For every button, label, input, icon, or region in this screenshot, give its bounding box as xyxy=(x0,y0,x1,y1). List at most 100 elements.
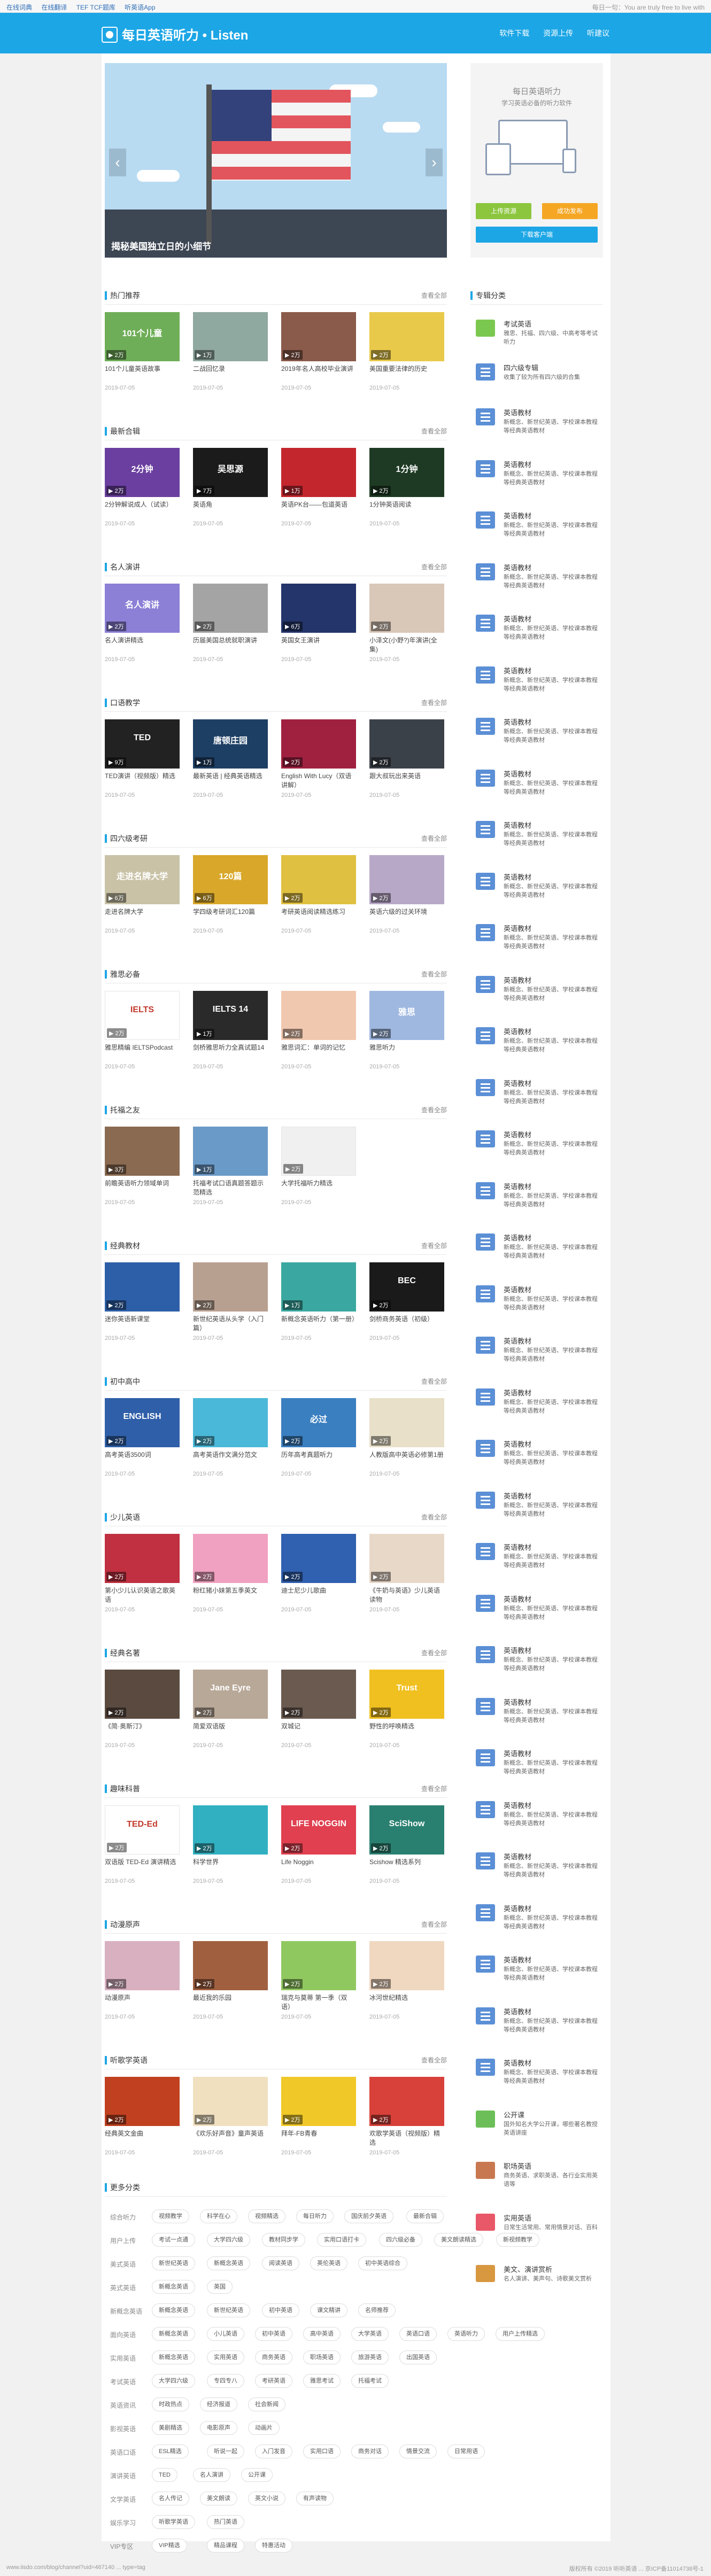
album-card[interactable]: ▶ 1万 托福考试口语真题答题示范精选 2019-07-05 xyxy=(193,1127,268,1228)
top-link-tef[interactable]: TEF TCF题库 xyxy=(76,4,115,11)
album-name[interactable]: 名人演讲精选 xyxy=(105,636,180,645)
album-thumbnail[interactable]: BEC ▶ 2万 xyxy=(369,1262,444,1312)
album-card[interactable]: ▶ 3万 前瞻英语听力领域单词 2019-07-05 xyxy=(105,1127,180,1228)
sidebar-category[interactable]: 英语教材 新概念、新世纪英语、学校课本教程等经典英语教材 xyxy=(470,966,603,1014)
category-tag[interactable]: VIP精选 xyxy=(152,2539,187,2552)
album-card[interactable]: 必过 ▶ 2万 历年高考真题听力 2019-07-05 xyxy=(281,1398,356,1500)
category-title[interactable]: 英语教材 xyxy=(504,1697,531,1707)
album-card[interactable]: ▶ 2万 跟大叔玩出来英语 2019-07-05 xyxy=(369,719,444,821)
album-card[interactable]: IELTS 14 ▶ 1万 剑桥雅思听力全真试题14 2019-07-05 xyxy=(193,991,268,1092)
album-name[interactable]: 第小少儿认识英语之歌英语 xyxy=(105,1586,180,1604)
album-thumbnail[interactable]: ▶ 1万 xyxy=(193,1127,268,1176)
album-card[interactable]: ▶ 2万 历届美国总统就职演讲 2019-07-05 xyxy=(193,584,268,685)
category-tag[interactable]: 最新合辑 xyxy=(406,2209,444,2223)
album-card[interactable]: ▶ 2万 双城记 2019-07-05 xyxy=(281,1670,356,1771)
category-tag[interactable]: 初中英语综合 xyxy=(358,2256,407,2270)
sidebar-category[interactable]: 英语教材 新概念、新世纪英语、学校课本教程等经典英语教材 xyxy=(470,1791,603,1840)
album-card[interactable]: IELTS ▶ 2万 雅思精编 IELTSPodcast 2019-07-05 xyxy=(105,991,180,1092)
album-thumbnail[interactable]: ▶ 2万 xyxy=(369,1534,444,1583)
category-tag[interactable]: 名人传记 xyxy=(152,2492,189,2505)
album-thumbnail[interactable]: ▶ 2万 xyxy=(105,1262,180,1312)
album-thumbnail[interactable]: ▶ 2万 xyxy=(193,2077,268,2126)
album-name[interactable]: 走进名牌大学 xyxy=(105,907,180,917)
category-tag[interactable]: 电影原声 xyxy=(200,2421,237,2435)
album-card[interactable]: 101个儿童 ▶ 2万 101个儿童英语故事 2019-07-05 xyxy=(105,312,180,414)
album-card[interactable]: TED ▶ 9万 TED演讲（视频版）精选 2019-07-05 xyxy=(105,719,180,821)
category-tag[interactable]: 听说一起 xyxy=(207,2445,244,2458)
category-title[interactable]: 英语教材 xyxy=(504,459,531,469)
category-tag[interactable]: 实用口语打卡 xyxy=(317,2233,366,2247)
category-title[interactable]: 英语教材 xyxy=(504,769,531,779)
album-card[interactable]: ▶ 2万 迷你英语新课堂 2019-07-05 xyxy=(105,1262,180,1364)
album-card[interactable]: 雅思 ▶ 2万 雅思听力 2019-07-05 xyxy=(369,991,444,1092)
category-tag[interactable]: 阅读英语 xyxy=(262,2256,299,2270)
header-link-upload[interactable]: 资源上传 xyxy=(543,29,573,37)
top-link-translate[interactable]: 在线翻译 xyxy=(41,4,67,11)
sidebar-category[interactable]: 英语教材 新概念、新世纪英语、学校课本教程等经典英语教材 xyxy=(470,399,603,447)
album-name[interactable]: 剑桥商务英语（初级） xyxy=(369,1315,444,1324)
album-card[interactable]: ▶ 2万 经典英文金曲 2019-07-05 xyxy=(105,2077,180,2178)
category-tag[interactable]: 名人演讲 xyxy=(193,2468,230,2482)
sidebar-category[interactable]: 英语教材 新概念、新世纪英语、学校课本教程等经典英语教材 xyxy=(470,811,603,859)
album-name[interactable]: English With Lucy（双语讲解） xyxy=(281,772,356,790)
category-tag[interactable]: 新视频教学 xyxy=(496,2233,539,2247)
album-name[interactable]: 最新英语 | 经典英语精选 xyxy=(193,772,268,781)
top-link-app[interactable]: 听英语App xyxy=(125,4,155,11)
category-tag[interactable]: 专四专八 xyxy=(207,2374,244,2388)
album-thumbnail[interactable]: ▶ 2万 xyxy=(193,1941,268,1990)
album-thumbnail[interactable]: 1分钟 ▶ 2万 xyxy=(369,448,444,497)
album-name[interactable]: 最近我的乐园 xyxy=(193,1993,268,2003)
category-title[interactable]: 英语教材 xyxy=(504,614,531,624)
category-title[interactable]: 英语教材 xyxy=(504,1387,531,1398)
category-title[interactable]: 英语教材 xyxy=(504,1284,531,1294)
album-name[interactable]: 考研英语阅读精选练习 xyxy=(281,907,356,917)
album-thumbnail[interactable]: ▶ 2万 xyxy=(105,2077,180,2126)
album-card[interactable]: ▶ 2万 动漫原声 2019-07-05 xyxy=(105,1941,180,2043)
sidebar-category[interactable]: 英语教材 新概念、新世纪英语、学校课本教程等经典英语教材 xyxy=(470,1173,603,1221)
album-name[interactable]: 新概念英语听力（第一册） xyxy=(281,1315,358,1324)
album-thumbnail[interactable]: ▶ 2万 xyxy=(105,1670,180,1719)
album-name[interactable]: 雅思听力 xyxy=(369,1043,444,1052)
album-thumbnail[interactable]: TED ▶ 9万 xyxy=(105,719,180,769)
sidebar-category[interactable]: 英语教材 新概念、新世纪英语、学校课本教程等经典英语教材 xyxy=(470,2049,603,2097)
album-card[interactable]: ▶ 2万 《简·奥斯汀》 2019-07-05 xyxy=(105,1670,180,1771)
album-card[interactable]: ▶ 2万 瑞克与莫蒂 第一季（双语） 2019-07-05 xyxy=(281,1941,356,2043)
album-thumbnail[interactable]: ▶ 2万 xyxy=(193,1262,268,1312)
category-tag[interactable]: 精品课程 xyxy=(207,2539,244,2552)
category-title[interactable]: 英语教材 xyxy=(504,1542,531,1552)
album-card[interactable]: ▶ 2万 粉红猪小妹第五季英文 2019-07-05 xyxy=(193,1534,268,1635)
top-link-dictionary[interactable]: 在线词典 xyxy=(6,4,32,11)
album-card[interactable]: ▶ 2万 人教版高中英语必修第1册 2019-07-05 xyxy=(369,1398,444,1500)
album-thumbnail[interactable]: ▶ 2万 xyxy=(105,1534,180,1583)
album-thumbnail[interactable]: IELTS 14 ▶ 1万 xyxy=(193,991,268,1040)
category-title[interactable]: 考试英语 xyxy=(504,319,531,329)
sidebar-category[interactable]: 英语教材 新概念、新世纪英语、学校课本教程等经典英语教材 xyxy=(470,1740,603,1788)
category-title[interactable]: 英语教材 xyxy=(504,2006,531,2016)
album-card[interactable]: ▶ 2万 English With Lucy（双语讲解） 2019-07-05 xyxy=(281,719,356,821)
album-thumbnail[interactable]: 吴思源 ▶ 7万 xyxy=(193,448,268,497)
album-thumbnail[interactable]: ▶ 2万 xyxy=(193,584,268,633)
category-tag[interactable]: 职场英语 xyxy=(303,2350,341,2364)
category-tag[interactable]: 小儿英语 xyxy=(207,2327,244,2341)
view-all-link[interactable]: 查看全部 xyxy=(421,286,447,305)
sidebar-category[interactable]: 公开课 国外知名大学公开课，哪些著名教授英语讲座 xyxy=(470,2101,603,2149)
category-tag[interactable]: 初中英语 xyxy=(255,2327,292,2341)
view-all-link[interactable]: 查看全部 xyxy=(421,422,447,440)
category-title[interactable]: 英语教材 xyxy=(504,407,531,417)
category-tag[interactable]: 四六级必备 xyxy=(379,2233,422,2247)
category-tag[interactable]: 视频教学 xyxy=(152,2209,189,2223)
sidebar-category[interactable]: 英语教材 新概念、新世纪英语、学校课本教程等经典英语教材 xyxy=(470,863,603,911)
album-card[interactable]: ▶ 2万 英语六级的过关环境 2019-07-05 xyxy=(369,855,444,957)
album-thumbnail[interactable]: ENGLISH ▶ 2万 xyxy=(105,1398,180,1447)
album-thumbnail[interactable]: ▶ 1万 xyxy=(281,1262,356,1312)
album-name[interactable]: 雅思词汇：单词的记忆 xyxy=(281,1043,356,1052)
category-tag[interactable]: 教材同步学 xyxy=(262,2233,305,2247)
sidebar-category[interactable]: 英语教材 新概念、新世纪英语、学校课本教程等经典英语教材 xyxy=(470,1585,603,1633)
album-name[interactable]: 《欢乐好声音》童声英语 xyxy=(193,2129,268,2138)
album-name[interactable]: 人教版高中英语必修第1册 xyxy=(369,1450,444,1460)
category-title[interactable]: 英语教材 xyxy=(504,1336,531,1346)
album-name[interactable]: 大学托福听力精选 xyxy=(281,1179,356,1188)
album-thumbnail[interactable]: ▶ 2万 xyxy=(369,2077,444,2126)
album-card[interactable]: 120篇 ▶ 6万 学四级考研词汇120篇 2019-07-05 xyxy=(193,855,268,957)
category-tag[interactable]: 新概念英语 xyxy=(152,2303,195,2317)
